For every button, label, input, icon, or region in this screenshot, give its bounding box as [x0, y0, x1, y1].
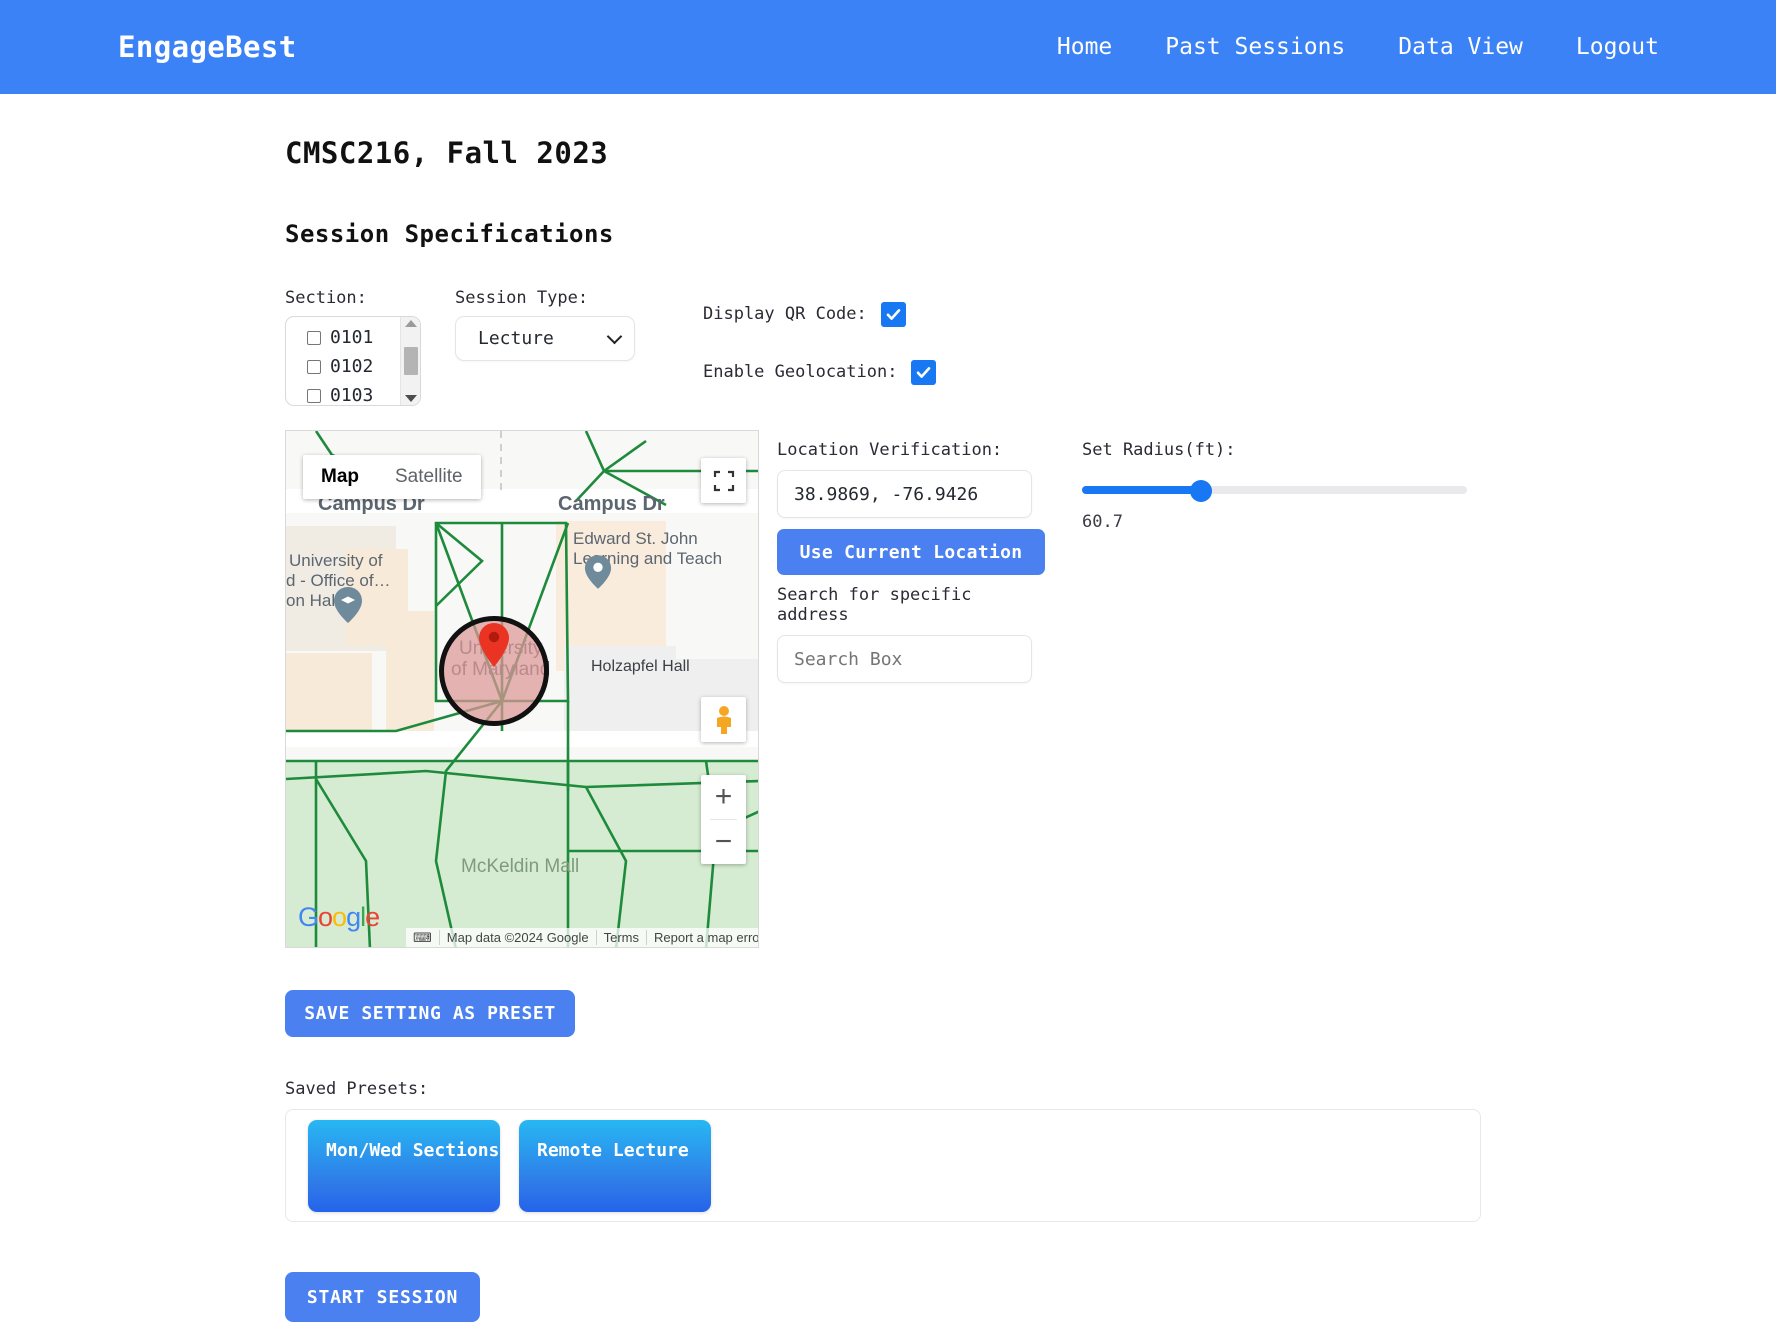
nav-item-logout[interactable]: Logout — [1576, 34, 1659, 60]
section-option-label: 0101 — [330, 327, 374, 348]
map-type-satellite[interactable]: Satellite — [377, 455, 481, 499]
location-marker-icon[interactable] — [476, 621, 512, 669]
save-setting-as-preset-button[interactable]: SAVE SETTING AS PRESET — [285, 990, 575, 1037]
radius-value: 60.7 — [1082, 512, 1123, 532]
terms-link[interactable]: Terms — [595, 930, 646, 945]
top-navbar: EngageBest Home Past Sessions Data View … — [0, 0, 1776, 94]
display-qr-checkbox[interactable] — [880, 301, 906, 327]
checkbox-icon[interactable] — [307, 330, 321, 345]
location-verification-label: Location Verification: — [777, 440, 1003, 460]
map-zoom-controls[interactable]: + − — [701, 775, 746, 864]
map-type-map[interactable]: Map — [303, 455, 377, 499]
section-option-label: 0102 — [330, 356, 374, 377]
page-title: CMSC216, Fall 2023 — [285, 136, 609, 170]
nav-item-home[interactable]: Home — [1057, 34, 1112, 60]
section-listbox[interactable]: 0101 0102 0103 — [285, 316, 421, 406]
keyboard-shortcuts-icon[interactable]: ⌨ — [406, 930, 439, 946]
saved-presets-label: Saved Presets: — [285, 1079, 429, 1099]
section-field: Section: 0101 0102 0103 — [285, 288, 421, 406]
chevron-down-icon — [606, 328, 623, 344]
section-heading: Session Specifications — [285, 220, 614, 248]
address-search-input[interactable] — [777, 635, 1032, 683]
qr-toggle-row: Display QR Code: — [703, 292, 936, 336]
geo-toggle-row: Enable Geolocation: — [703, 350, 937, 394]
map-type-toggle[interactable]: Map Satellite — [303, 455, 481, 499]
section-option-label: 0103 — [330, 385, 374, 406]
scroll-down-arrow-icon[interactable] — [404, 395, 417, 402]
poi-pin-icon — [334, 587, 362, 623]
search-address-label: Search for specific address — [777, 585, 972, 625]
google-map[interactable]: Campus Dr Campus Dr Edward St. John Lear… — [285, 430, 759, 948]
map-location-row: Campus Dr Campus Dr Edward St. John Lear… — [285, 430, 1776, 948]
fullscreen-button[interactable] — [701, 458, 746, 503]
nav-item-data-view[interactable]: Data View — [1398, 34, 1523, 60]
google-logo: Google — [298, 902, 380, 932]
use-current-location-button[interactable]: Use Current Location — [777, 529, 1045, 575]
app-brand[interactable]: EngageBest — [118, 30, 297, 64]
session-type-field: Session Type: Lecture — [455, 288, 635, 361]
session-spec-row: Section: 0101 0102 0103 Session Type: Le… — [285, 288, 1776, 406]
map-data-text: Map data ©2024 Google — [438, 930, 596, 945]
saved-presets-panel: Mon/Wed Sections Remote Lecture — [285, 1109, 1481, 1222]
checkbox-icon[interactable] — [307, 359, 321, 374]
section-label: Section: — [285, 288, 367, 308]
section-options: 0101 0102 0103 — [286, 317, 400, 405]
set-radius-label: Set Radius(ft): — [1082, 440, 1236, 460]
section-scrollbar[interactable] — [400, 317, 420, 405]
page-content: CMSC216, Fall 2023 Session Specification… — [0, 136, 1776, 1322]
checkbox-icon[interactable] — [307, 388, 321, 403]
preset-card[interactable]: Mon/Wed Sections — [308, 1119, 500, 1212]
slider-thumb[interactable] — [1190, 480, 1213, 502]
pegman-icon — [716, 705, 731, 734]
fullscreen-icon — [713, 470, 734, 491]
qr-toggle-label: Display QR Code: — [703, 304, 867, 324]
preset-card[interactable]: Remote Lecture — [519, 1119, 711, 1212]
radius-slider[interactable] — [1082, 480, 1467, 502]
toggle-group: Display QR Code: Enable Geolocation: — [703, 288, 937, 394]
nav-links: Home Past Sessions Data View Logout — [1057, 34, 1724, 60]
start-session-button[interactable]: START SESSION — [285, 1272, 480, 1322]
radius-panel: Set Radius(ft): 60.7 — [1082, 430, 1472, 948]
session-type-value: Lecture — [478, 328, 554, 349]
geo-toggle-label: Enable Geolocation: — [703, 362, 898, 382]
street-view-pegman-button[interactable] — [701, 697, 746, 742]
enable-geolocation-checkbox[interactable] — [911, 359, 937, 385]
poi-pin-icon — [584, 555, 612, 589]
scrollbar-thumb[interactable] — [403, 347, 418, 375]
session-type-label: Session Type: — [455, 288, 589, 308]
map-attribution: ⌨ Map data ©2024 Google Terms Report a m… — [406, 928, 758, 947]
session-type-select[interactable]: Lecture — [455, 316, 635, 361]
report-map-error-link[interactable]: Report a map error — [646, 930, 758, 945]
nav-item-past-sessions[interactable]: Past Sessions — [1165, 34, 1345, 60]
zoom-in-button[interactable]: + — [701, 775, 746, 819]
section-option-0103[interactable]: 0103 — [307, 381, 400, 406]
coordinates-input[interactable]: 38.9869, -76.9426 — [777, 470, 1032, 518]
location-verification-panel: Location Verification: 38.9869, -76.9426… — [777, 430, 1045, 948]
section-option-0102[interactable]: 0102 — [307, 352, 400, 381]
zoom-out-button[interactable]: − — [701, 820, 746, 864]
section-option-0101[interactable]: 0101 — [307, 323, 400, 352]
scroll-up-arrow-icon[interactable] — [404, 320, 417, 327]
slider-fill — [1082, 486, 1202, 494]
